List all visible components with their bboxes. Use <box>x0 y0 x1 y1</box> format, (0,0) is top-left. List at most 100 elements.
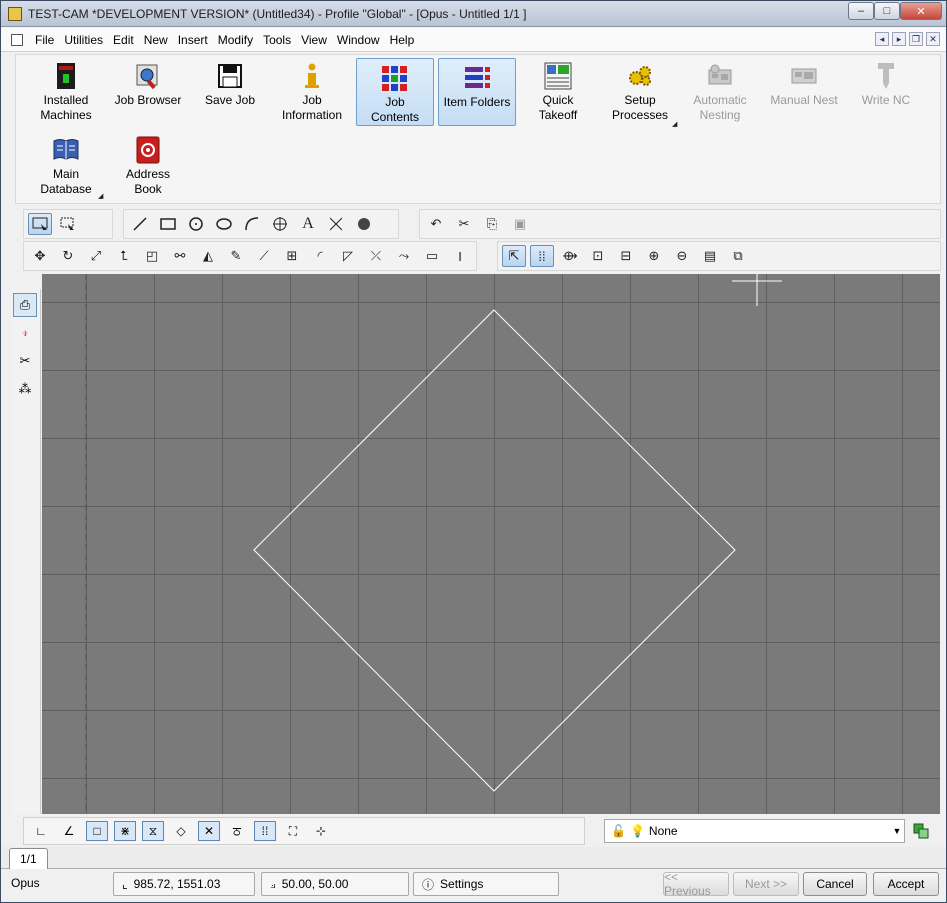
endpoint-snap-icon[interactable]: □ <box>86 821 108 841</box>
stretch-icon[interactable]: ⮤ <box>112 245 136 267</box>
offset-icon[interactable]: ◰ <box>140 245 164 267</box>
layer-dropdown[interactable]: 🔓 💡 None ▼ <box>604 819 905 843</box>
extend-icon[interactable]: ⤳ <box>392 245 416 267</box>
mirror-icon[interactable]: ◭ <box>196 245 220 267</box>
move-icon[interactable]: ✥ <box>28 245 52 267</box>
minimize-button[interactable]: ‒ <box>848 2 874 20</box>
mdi-next-button[interactable]: ▸ <box>892 32 906 46</box>
menu-insert[interactable]: Insert <box>173 29 213 51</box>
bounding-box-icon[interactable]: ▭ <box>420 245 444 267</box>
window-icon[interactable]: ⧉ <box>726 245 750 267</box>
accept-button[interactable]: Accept <box>873 872 939 896</box>
setup-processes-button[interactable]: Setup Processes ◢ <box>600 57 680 128</box>
sheet-tab-1[interactable]: 1/1 <box>9 848 48 869</box>
quadrant-snap-icon[interactable]: ✕ <box>198 821 220 841</box>
properties-icon[interactable]: ▤ <box>698 245 722 267</box>
undo-icon[interactable]: ↶ <box>424 213 448 235</box>
rectangle-icon[interactable] <box>156 213 180 235</box>
circle-icon[interactable] <box>184 213 208 235</box>
ellipse-icon[interactable] <box>212 213 236 235</box>
break-icon[interactable]: ⟋ <box>252 245 276 267</box>
installed-machines-button[interactable]: Installed Machines <box>26 57 106 127</box>
zoom-previous-icon[interactable]: ⊟ <box>614 245 638 267</box>
cancel-button[interactable]: Cancel <box>803 872 867 896</box>
arc-icon[interactable] <box>240 213 264 235</box>
rotate-icon[interactable]: ↻ <box>56 245 80 267</box>
manual-nest-button[interactable]: Manual Nest <box>764 57 844 127</box>
diamond-shape[interactable] <box>253 309 736 792</box>
address-book-button[interactable]: Address Book <box>108 131 188 201</box>
text-cursor-icon[interactable]: I <box>448 245 472 267</box>
copy-icon[interactable]: ⎘ <box>480 213 504 235</box>
settings-field[interactable]: ⓘ Settings <box>413 872 559 896</box>
chamfer-icon[interactable]: ◸ <box>336 245 360 267</box>
extents-icon[interactable]: ⛶ <box>282 821 304 841</box>
lasso-select-icon[interactable] <box>56 213 80 235</box>
zoom-out-icon[interactable]: ⊖ <box>670 245 694 267</box>
job-information-button[interactable]: Job Information <box>272 57 352 127</box>
scale-icon[interactable]: ⤢ <box>84 245 108 267</box>
write-nc-button[interactable]: Write NC <box>846 57 926 127</box>
menu-window[interactable]: Window <box>332 29 385 51</box>
point-icon[interactable] <box>268 213 292 235</box>
paste-icon[interactable]: ▣ <box>508 213 532 235</box>
grid-spacing-field[interactable]: ⟓ 50.00, 50.00 <box>261 872 409 896</box>
text-icon[interactable]: A <box>296 213 320 235</box>
edit-icon[interactable]: ✎ <box>224 245 248 267</box>
main-database-button[interactable]: Main Database ◢ <box>26 131 106 201</box>
scissors-icon[interactable]: ✂ <box>13 349 37 373</box>
item-folders-button[interactable]: Item Folders <box>438 58 516 126</box>
snap-pointer-icon[interactable]: ⇱ <box>502 245 526 267</box>
menu-file[interactable]: File <box>30 29 59 51</box>
menu-new[interactable]: New <box>139 29 173 51</box>
previous-button[interactable]: << Previous <box>663 870 729 898</box>
mdi-prev-button[interactable]: ◂ <box>875 32 889 46</box>
job-contents-button[interactable]: Job Contents <box>356 58 434 126</box>
app-icon[interactable] <box>8 6 22 21</box>
dimension-icon[interactable] <box>324 213 348 235</box>
angle-icon[interactable]: ∠ <box>58 821 80 841</box>
node-icon[interactable]: ⁂ <box>13 377 37 401</box>
menu-edit[interactable]: Edit <box>108 29 139 51</box>
menu-tools[interactable]: Tools <box>258 29 296 51</box>
nearest-snap-icon[interactable]: ਠ <box>226 821 248 841</box>
mdi-restore-button[interactable]: ❐ <box>909 32 923 46</box>
midpoint-snap-icon[interactable]: ⋇ <box>114 821 136 841</box>
center-snap-icon[interactable]: ◇ <box>170 821 192 841</box>
chevron-down-icon[interactable]: ▼ <box>890 826 904 836</box>
zoom-in-icon[interactable]: ⊕ <box>642 245 666 267</box>
maximize-button[interactable]: □ <box>874 2 900 20</box>
zoom-extents-icon[interactable]: ⟴ <box>558 245 582 267</box>
mdi-close-button[interactable]: ✕ <box>926 32 940 46</box>
close-button[interactable]: ✕ <box>900 2 942 20</box>
menu-utilities[interactable]: Utilities <box>59 29 108 51</box>
zoom-window-icon[interactable]: ⊡ <box>586 245 610 267</box>
ortho-icon[interactable]: ∟ <box>30 821 52 841</box>
crosshair-icon[interactable]: ⊹ <box>310 821 332 841</box>
pin-icon[interactable]: ⍖ <box>13 321 37 345</box>
job-browser-button[interactable]: Job Browser <box>108 57 188 127</box>
cut-icon[interactable]: ✂ <box>452 213 476 235</box>
save-job-button[interactable]: Save Job <box>190 57 270 127</box>
grid-icon[interactable]: ⊞ <box>280 245 304 267</box>
menu-view[interactable]: View <box>296 29 332 51</box>
fillet-icon[interactable]: ◜ <box>308 245 332 267</box>
view-icon[interactable]: ⎙ <box>13 293 37 317</box>
menu-modify[interactable]: Modify <box>213 29 258 51</box>
grid-toggle-icon[interactable]: ⁞⁞ <box>530 245 554 267</box>
grid-snap-icon[interactable]: ⁞⁞ <box>254 821 276 841</box>
trim-icon[interactable]: ⤫ <box>364 245 388 267</box>
intersection-snap-icon[interactable]: ⧖ <box>142 821 164 841</box>
select-icon[interactable] <box>28 213 52 235</box>
hatch-icon[interactable] <box>352 213 376 235</box>
drawing-canvas[interactable] <box>42 274 940 814</box>
menu-help[interactable]: Help <box>385 29 420 51</box>
layer-manager-icon[interactable] <box>910 820 932 842</box>
sheet-tab-bar: 1/1 <box>1 847 946 869</box>
automatic-nesting-button[interactable]: Automatic Nesting <box>680 57 760 127</box>
array-icon[interactable]: ⚯ <box>168 245 192 267</box>
document-icon[interactable] <box>11 33 23 46</box>
next-button[interactable]: Next >> <box>733 872 799 896</box>
line-icon[interactable] <box>128 213 152 235</box>
quick-takeoff-button[interactable]: Quick Takeoff <box>518 57 598 127</box>
